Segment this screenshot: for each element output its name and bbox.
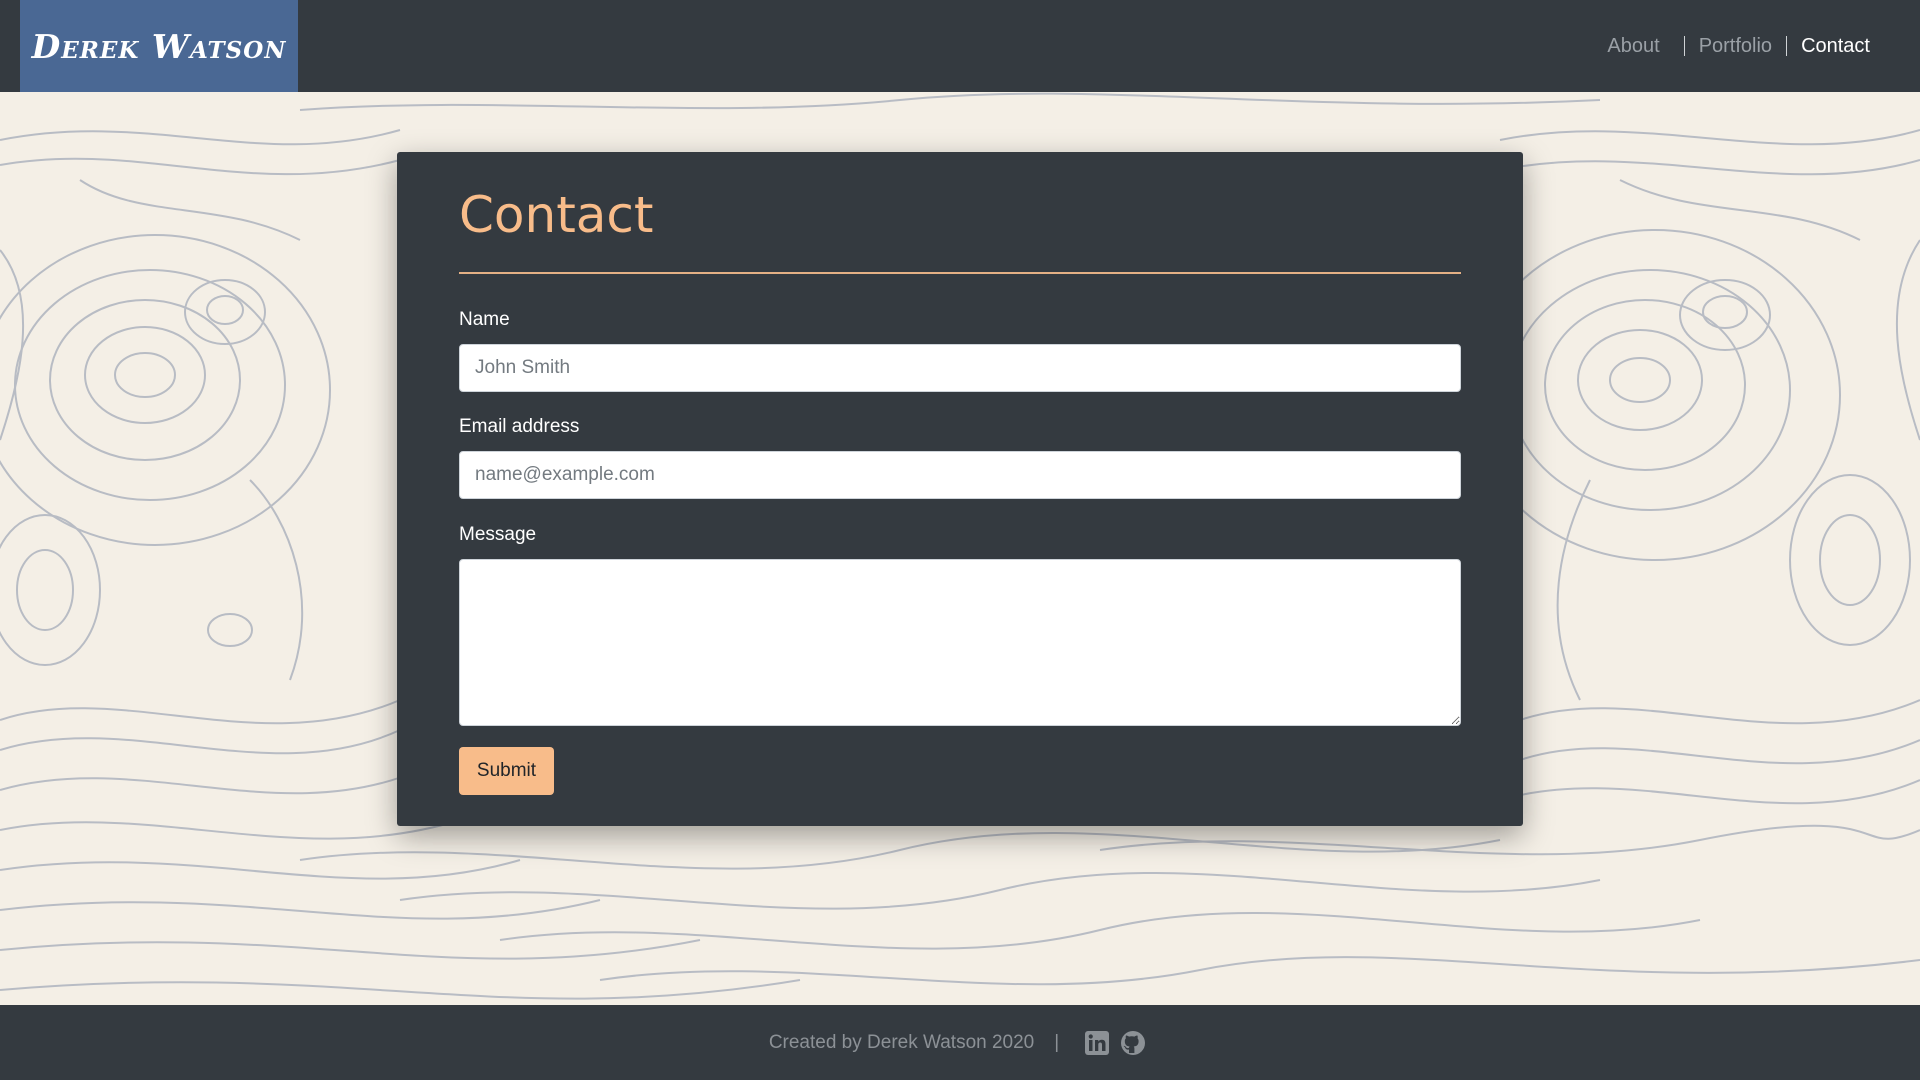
page-title: Contact	[459, 186, 654, 244]
nav-links: About Portfolio Contact	[1593, 0, 1884, 92]
email-input[interactable]	[459, 451, 1461, 499]
footer: Created by Derek Watson 2020 |	[0, 1005, 1920, 1080]
footer-separator: |	[1054, 1031, 1060, 1053]
nav-link-contact[interactable]: Contact	[1787, 35, 1884, 58]
footer-credit: Created by Derek Watson 2020	[768, 1031, 1035, 1053]
title-divider	[459, 272, 1461, 274]
name-input[interactable]	[459, 344, 1461, 392]
message-textarea[interactable]	[459, 559, 1461, 726]
brand-logo[interactable]: Derek Watson	[20, 0, 298, 92]
message-label: Message	[459, 524, 537, 545]
name-label: Name	[459, 309, 510, 330]
top-navbar: Derek Watson About Portfolio Contact	[0, 0, 1920, 92]
github-icon[interactable]	[1119, 1029, 1147, 1057]
contact-card: Contact Name Email address Message Submi…	[397, 152, 1523, 826]
nav-link-portfolio[interactable]: Portfolio	[1685, 35, 1786, 58]
linkedin-icon[interactable]	[1083, 1029, 1111, 1057]
submit-button[interactable]: Submit	[459, 747, 554, 795]
email-label: Email address	[459, 416, 580, 437]
nav-link-about[interactable]: About	[1593, 35, 1683, 58]
